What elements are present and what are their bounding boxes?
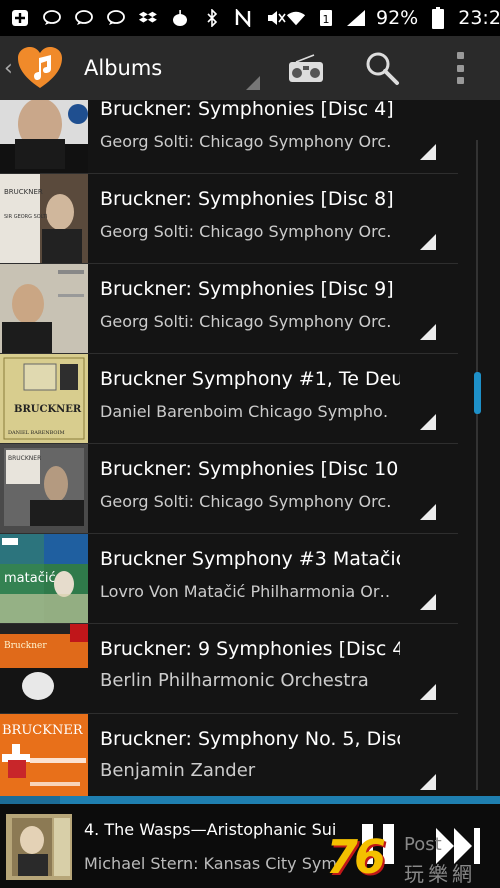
back-chevron-icon[interactable]: ‹ (4, 56, 13, 81)
album-artist: Georg Solti: Chicago Symphony Orc… (100, 132, 390, 151)
watermark-chinese: 玩樂網 (404, 862, 476, 886)
scrollbar-track (476, 140, 478, 790)
battery-icon (428, 7, 448, 29)
album-artist: Lovro Von Matačić Philharmonia Or… (100, 582, 390, 601)
album-artist: Benjamin Zander (100, 760, 256, 781)
app-logo[interactable] (16, 46, 64, 90)
watermark-number: 76 (326, 830, 386, 884)
chat-bubble-icon (106, 8, 126, 28)
album-artist: Georg Solti: Chicago Symphony Orc… (100, 492, 390, 511)
item-menu-corner-icon[interactable] (420, 774, 436, 790)
album-art: BRUCKNER (0, 444, 88, 533)
album-title: Bruckner: 9 Symphonies [Disc 4] (100, 638, 400, 660)
item-menu-corner-icon[interactable] (420, 684, 436, 700)
scrollbar-thumb[interactable] (474, 372, 481, 414)
playback-progress-fill (0, 796, 60, 804)
album-art: BRUCKNER DANIEL BARENBOIM (0, 354, 88, 443)
chat-bubble-icon (42, 8, 62, 28)
now-playing-title: 4. The Wasps—Aristophanic Sui… (84, 820, 336, 839)
album-art (0, 264, 88, 353)
svg-text:BRUCKNER: BRUCKNER (2, 723, 84, 738)
album-art: BRUCKNER (0, 714, 88, 796)
apple-icon (170, 8, 190, 28)
album-title: Bruckner: Symphonies [Disc 10] (100, 458, 400, 480)
album-title: Bruckner: Symphonies [Disc 4] (100, 100, 394, 120)
bluetooth-icon (202, 8, 222, 28)
chat-bubble-icon (74, 8, 94, 28)
list-item[interactable]: Bruckner: Symphonies [Disc 9] Georg Solt… (0, 264, 458, 354)
album-artist: Daniel Barenboim Chicago Sympho… (100, 402, 390, 421)
item-menu-corner-icon[interactable] (420, 414, 436, 430)
mute-icon (266, 8, 286, 28)
album-title: Bruckner: Symphonies [Disc 8] (100, 188, 394, 210)
album-title: Bruckner: Symphony No. 5, Disc 1 (100, 728, 400, 750)
battery-percent: 92% (376, 7, 419, 29)
item-menu-corner-icon[interactable] (420, 234, 436, 250)
album-art: Bruckner (0, 624, 88, 713)
svg-text:matačić: matačić (4, 571, 56, 586)
svg-text:DANIEL BARENBOIM: DANIEL BARENBOIM (8, 430, 65, 436)
album-artist: Georg Solti: Chicago Symphony Orc… (100, 222, 390, 241)
now-playing-art (6, 814, 72, 880)
svg-text:SIR GEORG SOLTI: SIR GEORG SOLTI (4, 214, 47, 220)
album-artist: Berlin Philharmonic Orchestra (100, 670, 369, 691)
overflow-menu-icon[interactable] (452, 52, 468, 84)
album-artist: Georg Solti: Chicago Symphony Orc… (100, 312, 390, 331)
signal-icon (346, 8, 366, 28)
dropbox-icon (138, 8, 158, 28)
plus-box-icon (10, 8, 30, 28)
album-art (0, 100, 88, 173)
list-item[interactable]: Bruckner: Symphonies [Disc 4] Georg Solt… (0, 100, 458, 174)
search-icon[interactable] (364, 50, 400, 86)
watermark-logo: 76 Post 玩樂網 (326, 830, 500, 888)
list-item[interactable]: BRUCKNER Bruckner: Symphony No. 5, Disc … (0, 714, 458, 796)
album-art: BRUCKNER SIR GEORG SOLTI (0, 174, 88, 263)
svg-text:Bruckner: Bruckner (4, 641, 47, 651)
item-menu-corner-icon[interactable] (420, 594, 436, 610)
list-item[interactable]: BRUCKNER DANIEL BARENBOIM Bruckner Symph… (0, 354, 458, 444)
album-title: Bruckner: Symphonies [Disc 9] (100, 278, 394, 300)
item-menu-corner-icon[interactable] (420, 504, 436, 520)
svg-text:BRUCKNER: BRUCKNER (4, 188, 43, 196)
list-item[interactable]: matačić Bruckner Symphony #3 Matačić Lov… (0, 534, 458, 624)
item-menu-corner-icon[interactable] (420, 144, 436, 160)
now-playing-artist: Michael Stern: Kansas City Sym… (84, 854, 336, 873)
page-title: Albums (84, 56, 163, 80)
album-title: Bruckner Symphony #3 Matačić (100, 548, 400, 570)
nfc-icon (234, 8, 254, 28)
app-bar: ‹ Albums (0, 36, 500, 100)
album-art: matačić (0, 534, 88, 623)
watermark-brand: Post (404, 834, 442, 855)
dropdown-corner-icon[interactable] (246, 76, 260, 90)
album-title: Bruckner Symphony #1, Te Deum (100, 368, 400, 390)
sim-1-icon: 1 (316, 8, 336, 28)
item-menu-corner-icon[interactable] (420, 324, 436, 340)
list-item[interactable]: BRUCKNER SIR GEORG SOLTI Bruckner: Symph… (0, 174, 458, 264)
svg-text:BRUCKNER: BRUCKNER (8, 455, 41, 462)
svg-text:BRUCKNER: BRUCKNER (14, 404, 82, 415)
wifi-icon (286, 8, 306, 28)
svg-text:1: 1 (323, 13, 330, 26)
list-item[interactable]: BRUCKNER Bruckner: Symphonies [Disc 10] … (0, 444, 458, 534)
clock: 23:25 (458, 7, 500, 29)
radio-icon[interactable] (288, 54, 324, 84)
list-item[interactable]: Bruckner Bruckner: 9 Symphonies [Disc 4]… (0, 624, 458, 714)
status-bar: 1 92% 23:25 (0, 0, 500, 36)
playback-progress[interactable] (0, 796, 500, 804)
album-list[interactable]: Bruckner: Symphonies [Disc 4] Georg Solt… (0, 100, 500, 796)
